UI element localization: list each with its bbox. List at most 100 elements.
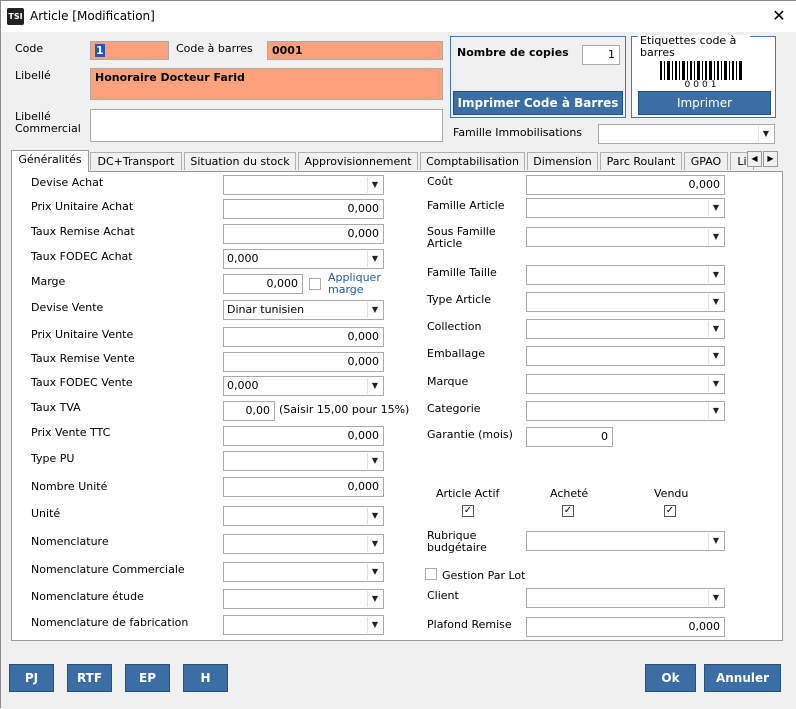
gestion-lot-checkbox[interactable] bbox=[425, 568, 437, 580]
prix-vente-ttc-label: Prix Vente TTC bbox=[31, 426, 111, 439]
rtf-button[interactable]: RTF bbox=[67, 664, 112, 692]
article-window: TSI Article [Modification] ✕ Code 1 Code… bbox=[0, 0, 796, 709]
ep-button[interactable]: EP bbox=[125, 664, 170, 692]
nombre-unite-input[interactable]: 0,000 bbox=[223, 477, 384, 497]
article-actif-checkbox[interactable]: ✓ bbox=[462, 505, 474, 517]
appliquer-marge-label: Appliquer marge bbox=[328, 271, 381, 296]
cout-input[interactable]: 0,000 bbox=[526, 175, 725, 195]
chevron-down-icon: ▼ bbox=[367, 251, 382, 267]
devise-achat-select[interactable]: ▼ bbox=[223, 175, 384, 195]
unite-select[interactable]: ▼ bbox=[223, 506, 384, 526]
copies-group: Nombre de copies 1 Imprimer Code à Barre… bbox=[450, 36, 626, 118]
taux-tva-hint: (Saisir 15,00 pour 15%) bbox=[279, 403, 410, 416]
ok-button[interactable]: Ok bbox=[645, 664, 696, 692]
appliquer-marge-checkbox[interactable] bbox=[309, 278, 321, 290]
rubrique-select[interactable]: ▼ bbox=[526, 531, 725, 551]
achete-checkbox[interactable]: ✓ bbox=[562, 505, 574, 517]
marge-label: Marge bbox=[31, 275, 66, 288]
marge-input[interactable]: 0,000 bbox=[223, 274, 303, 294]
chevron-down-icon: ▼ bbox=[367, 177, 382, 193]
garantie-label: Garantie (mois) bbox=[427, 428, 513, 441]
close-icon[interactable]: ✕ bbox=[765, 3, 793, 29]
unite-label: Unité bbox=[31, 507, 61, 520]
tab-generalites[interactable]: Généralités bbox=[11, 150, 89, 172]
emballage-select[interactable]: ▼ bbox=[526, 346, 725, 366]
client-label: Client bbox=[427, 589, 459, 602]
barcode-input[interactable]: 0001 bbox=[267, 41, 443, 60]
pu-achat-input[interactable]: 0,000 bbox=[223, 199, 384, 219]
famille-immo-select[interactable]: ▼ bbox=[598, 124, 775, 144]
nomenclature-select[interactable]: ▼ bbox=[223, 534, 384, 554]
rubrique-label: Rubrique budgétaire bbox=[427, 529, 487, 554]
famille-article-select[interactable]: ▼ bbox=[526, 198, 725, 218]
categorie-label: Categorie bbox=[427, 402, 481, 415]
chevron-down-icon: ▼ bbox=[367, 591, 382, 607]
taux-remise-vente-input[interactable]: 0,000 bbox=[223, 352, 384, 372]
devise-vente-select[interactable]: Dinar tunisien ▼ bbox=[223, 300, 384, 320]
window-title: Article [Modification] bbox=[30, 9, 155, 23]
nomenclature-commerciale-select[interactable]: ▼ bbox=[223, 562, 384, 582]
taux-tva-input[interactable]: 0,00 bbox=[223, 401, 275, 421]
collection-select[interactable]: ▼ bbox=[526, 319, 725, 339]
type-pu-select[interactable]: ▼ bbox=[223, 451, 384, 471]
print-labels-button[interactable]: Imprimer bbox=[638, 91, 771, 115]
chevron-down-icon: ▼ bbox=[708, 348, 723, 364]
libelle-commercial-input[interactable] bbox=[90, 109, 443, 142]
chevron-down-icon: ▼ bbox=[367, 536, 382, 552]
taux-remise-achat-label: Taux Remise Achat bbox=[31, 225, 135, 238]
h-button[interactable]: H bbox=[183, 664, 228, 692]
article-actif-label: Article Actif bbox=[436, 487, 500, 500]
nomenclature-etude-select[interactable]: ▼ bbox=[223, 589, 384, 609]
annuler-button[interactable]: Annuler bbox=[704, 664, 781, 692]
taux-fodec-vente-select[interactable]: 0,000 ▼ bbox=[223, 376, 384, 396]
tab-parc-roulant[interactable]: Parc Roulant bbox=[600, 152, 682, 170]
tab-comptabilisation[interactable]: Comptabilisation bbox=[420, 152, 525, 170]
taux-fodec-achat-select[interactable]: 0,000 ▼ bbox=[223, 249, 384, 269]
chevron-down-icon: ▼ bbox=[708, 533, 723, 549]
vendu-label: Vendu bbox=[654, 487, 689, 500]
taux-tva-label: Taux TVA bbox=[31, 401, 81, 414]
nomenclature-fabrication-label: Nomenclature de fabrication bbox=[31, 616, 189, 629]
tab-dc-transport[interactable]: DC+Transport bbox=[90, 152, 182, 170]
pj-button[interactable]: PJ bbox=[9, 664, 54, 692]
tab-gpao[interactable]: GPAO bbox=[684, 152, 728, 170]
tab-strip: Généralités DC+Transport Situation du st… bbox=[11, 150, 759, 172]
prix-vente-ttc-input[interactable]: 0,000 bbox=[223, 426, 384, 446]
chevron-down-icon: ▼ bbox=[708, 321, 723, 337]
labels-group: Etiquettes code à barres 0001 Imprimer bbox=[631, 35, 776, 118]
devise-vente-label: Devise Vente bbox=[31, 301, 104, 314]
copies-input[interactable]: 1 bbox=[582, 45, 620, 65]
chevron-down-icon: ▼ bbox=[367, 508, 382, 524]
achete-label: Acheté bbox=[550, 487, 589, 500]
categorie-select[interactable]: ▼ bbox=[526, 401, 725, 421]
famille-article-label: Famille Article bbox=[427, 199, 505, 212]
marque-label: Marque bbox=[427, 375, 469, 388]
emballage-label: Emballage bbox=[427, 347, 485, 360]
taux-remise-achat-input[interactable]: 0,000 bbox=[223, 224, 384, 244]
tab-scroll-right-icon[interactable]: ▶ bbox=[763, 151, 778, 167]
tab-approvisionnement[interactable]: Approvisionnement bbox=[298, 152, 418, 170]
libelle-input[interactable]: Honoraire Docteur Farid bbox=[90, 68, 443, 100]
tab-scroll-left-icon[interactable]: ◀ bbox=[747, 151, 762, 167]
chevron-down-icon: ▼ bbox=[367, 617, 382, 633]
sous-famille-article-select[interactable]: ▼ bbox=[526, 227, 725, 247]
marque-select[interactable]: ▼ bbox=[526, 374, 725, 394]
nombre-unite-label: Nombre Unité bbox=[31, 480, 108, 493]
nomenclature-fabrication-select[interactable]: ▼ bbox=[223, 615, 384, 635]
famille-taille-select[interactable]: ▼ bbox=[526, 265, 725, 285]
print-barcode-button[interactable]: Imprimer Code à Barres bbox=[453, 91, 623, 115]
garantie-input[interactable]: 0 bbox=[526, 427, 613, 447]
type-article-select[interactable]: ▼ bbox=[526, 292, 725, 312]
tab-situation-stock[interactable]: Situation du stock bbox=[184, 152, 296, 170]
code-label: Code bbox=[15, 42, 44, 55]
nomenclature-commerciale-label: Nomenclature Commerciale bbox=[31, 563, 185, 576]
plafond-remise-input[interactable]: 0,000 bbox=[526, 617, 725, 637]
taux-remise-vente-label: Taux Remise Vente bbox=[31, 352, 135, 365]
vendu-checkbox[interactable]: ✓ bbox=[664, 505, 676, 517]
client-select[interactable]: ▼ bbox=[526, 588, 725, 608]
chevron-down-icon: ▼ bbox=[708, 200, 723, 216]
plafond-remise-label: Plafond Remise bbox=[427, 618, 512, 631]
code-input[interactable]: 1 bbox=[90, 41, 169, 60]
pu-vente-input[interactable]: 0,000 bbox=[223, 327, 384, 347]
tab-dimension[interactable]: Dimension bbox=[527, 152, 598, 170]
